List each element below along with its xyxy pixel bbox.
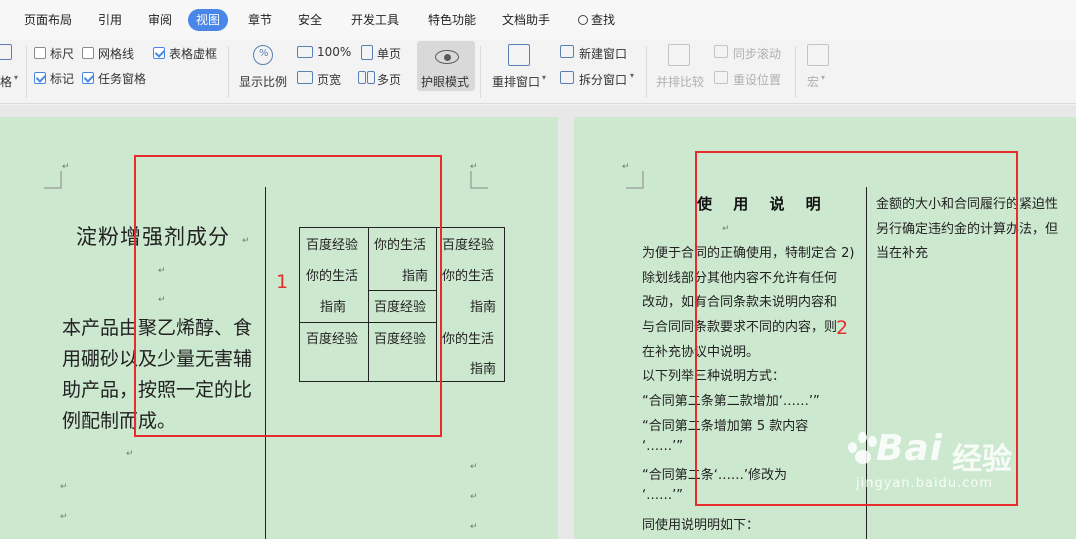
paragraph-mark: ↵ xyxy=(60,482,68,492)
text-line: ‘……’” xyxy=(642,488,683,503)
chevron-down-icon[interactable]: ▾ xyxy=(14,73,18,82)
tab-special-features[interactable]: 特色功能 xyxy=(420,9,484,31)
table-cell[interactable]: 百度经验 xyxy=(442,234,494,253)
tab-references[interactable]: 引用 xyxy=(90,9,130,31)
paragraph-mark: ↵ xyxy=(470,522,478,532)
text-line: ‘……’” xyxy=(642,439,683,454)
view-mode-label[interactable]: 格 xyxy=(0,73,12,90)
watermark-url: jingyan.baidu.com xyxy=(856,476,993,491)
annotation-label-2: 2 xyxy=(836,317,849,339)
percent-glyph: % xyxy=(259,48,269,59)
baidu-jingyan-watermark: Bai 经验 jingyan.baidu.com xyxy=(848,428,1024,518)
wps-writer-window: 页面布局 引用 审阅 视图 章节 安全 开发工具 特色功能 文档助手 查找 格 … xyxy=(0,0,1076,539)
page-width-icon[interactable] xyxy=(297,71,313,84)
multi-page-icon xyxy=(367,71,375,84)
chevron-down-icon[interactable]: ▾ xyxy=(630,71,634,80)
chevron-down-icon[interactable]: ▾ xyxy=(542,73,546,82)
paragraph-mark: ↵ xyxy=(470,462,478,472)
document-area[interactable]: ↵ ↵ 淀粉增强剂成分 ↵ ↵ ↵ 本产品由聚乙烯醇、食用硼砂以及少量无害辅助产… xyxy=(0,105,1076,539)
ribbon-tab-bar: 页面布局 引用 审阅 视图 章节 安全 开发工具 特色功能 文档助手 查找 xyxy=(0,0,1076,40)
eye-pupil xyxy=(444,54,451,61)
tab-view[interactable]: 视图 xyxy=(188,9,229,31)
task-pane-checkbox[interactable] xyxy=(82,72,94,84)
split-window-label[interactable]: 拆分窗口 xyxy=(579,71,627,88)
paw-icon xyxy=(848,442,857,453)
table-gridlines-label: 表格虚框 xyxy=(169,47,218,61)
macro-icon[interactable] xyxy=(807,44,829,66)
tab-find-label: 查找 xyxy=(591,13,616,27)
sync-scroll-icon[interactable] xyxy=(714,45,728,58)
new-window-icon[interactable] xyxy=(560,45,574,58)
eye-mode-label: 护眼模式 xyxy=(421,75,470,89)
paw-icon xyxy=(855,450,871,464)
table-cell[interactable]: 指南 xyxy=(470,296,496,315)
tab-find[interactable]: 查找 xyxy=(570,9,623,31)
tab-document-assistant[interactable]: 文档助手 xyxy=(494,9,558,31)
annotation-label-1: 1 xyxy=(276,271,289,293)
ribbon-view-panel: 格 ▾ 标尺 网格线 表格虚框 标记 任务窗格 % 显示比例 100% 页宽 单… xyxy=(0,40,1076,104)
tab-security[interactable]: 安全 xyxy=(290,9,330,31)
tab-page-layout[interactable]: 页面布局 xyxy=(16,9,80,31)
view-mode-icon[interactable] xyxy=(0,44,12,60)
paragraph-mark: ↵ xyxy=(622,162,630,172)
tab-sections[interactable]: 章节 xyxy=(240,9,280,31)
margin-corner-mark xyxy=(626,171,644,189)
reset-position-icon[interactable] xyxy=(714,71,728,84)
annotation-box-1 xyxy=(134,155,442,437)
macro-label[interactable]: 宏 xyxy=(807,73,819,90)
page-width-label[interactable]: 页宽 xyxy=(317,71,341,88)
page-left[interactable]: ↵ ↵ 淀粉增强剂成分 ↵ ↵ ↵ 本产品由聚乙烯醇、食用硼砂以及少量无害辅助产… xyxy=(0,117,558,539)
search-icon xyxy=(578,15,588,25)
sync-scroll-label[interactable]: 同步滚动 xyxy=(733,45,781,62)
chevron-down-icon[interactable]: ▾ xyxy=(821,73,825,82)
side-by-side-icon[interactable] xyxy=(668,44,690,66)
reset-position-label[interactable]: 重设位置 xyxy=(733,71,781,88)
gridlines-checkbox[interactable] xyxy=(82,47,94,59)
paragraph-mark: ↵ xyxy=(470,162,478,172)
table-cell[interactable]: 你的生活 xyxy=(442,265,494,284)
table-cell[interactable]: 指南 xyxy=(470,358,496,377)
margin-corner-mark xyxy=(470,171,488,189)
side-by-side-label[interactable]: 并排比较 xyxy=(656,73,704,90)
tab-review[interactable]: 审阅 xyxy=(140,9,180,31)
new-window-label[interactable]: 新建窗口 xyxy=(579,45,627,62)
divider xyxy=(228,46,229,98)
multi-page-label[interactable]: 多页 xyxy=(377,71,401,88)
rearrange-window-icon[interactable] xyxy=(508,44,530,66)
paragraph-mark: ↵ xyxy=(60,512,68,522)
text-line: 同使用说明明如下： xyxy=(642,518,760,533)
zoom-100-icon[interactable] xyxy=(297,46,313,58)
gridlines-label: 网格线 xyxy=(98,47,135,61)
divider xyxy=(795,46,796,98)
margin-corner-mark xyxy=(44,171,62,189)
watermark-brand-cn: 经验 xyxy=(952,442,1012,477)
table-gridlines-checkbox[interactable] xyxy=(153,47,165,59)
ruler-checkbox[interactable] xyxy=(34,47,46,59)
table-cell[interactable]: 你的生活 xyxy=(442,328,494,347)
tab-developer-tools[interactable]: 开发工具 xyxy=(343,9,407,31)
divider xyxy=(646,46,647,98)
ruler-label: 标尺 xyxy=(50,47,75,61)
paragraph-mark: ↵ xyxy=(62,162,70,172)
divider xyxy=(480,46,481,98)
zoom-100-label[interactable]: 100% xyxy=(317,45,351,59)
split-window-icon[interactable] xyxy=(560,71,574,84)
divider xyxy=(26,46,27,98)
single-page-label[interactable]: 单页 xyxy=(377,45,401,62)
paragraph-mark: ↵ xyxy=(470,492,478,502)
multi-page-icon[interactable] xyxy=(358,71,366,84)
task-pane-label: 任务窗格 xyxy=(98,72,147,86)
marks-checkbox[interactable] xyxy=(34,72,46,84)
zoom-label[interactable]: 显示比例 xyxy=(239,73,287,90)
rearrange-window-label[interactable]: 重排窗口 xyxy=(492,73,540,90)
watermark-brand: Bai xyxy=(876,428,944,469)
marks-label: 标记 xyxy=(50,72,75,86)
paragraph-mark: ↵ xyxy=(126,449,134,459)
single-page-icon[interactable] xyxy=(361,45,373,60)
paw-icon xyxy=(858,432,867,443)
